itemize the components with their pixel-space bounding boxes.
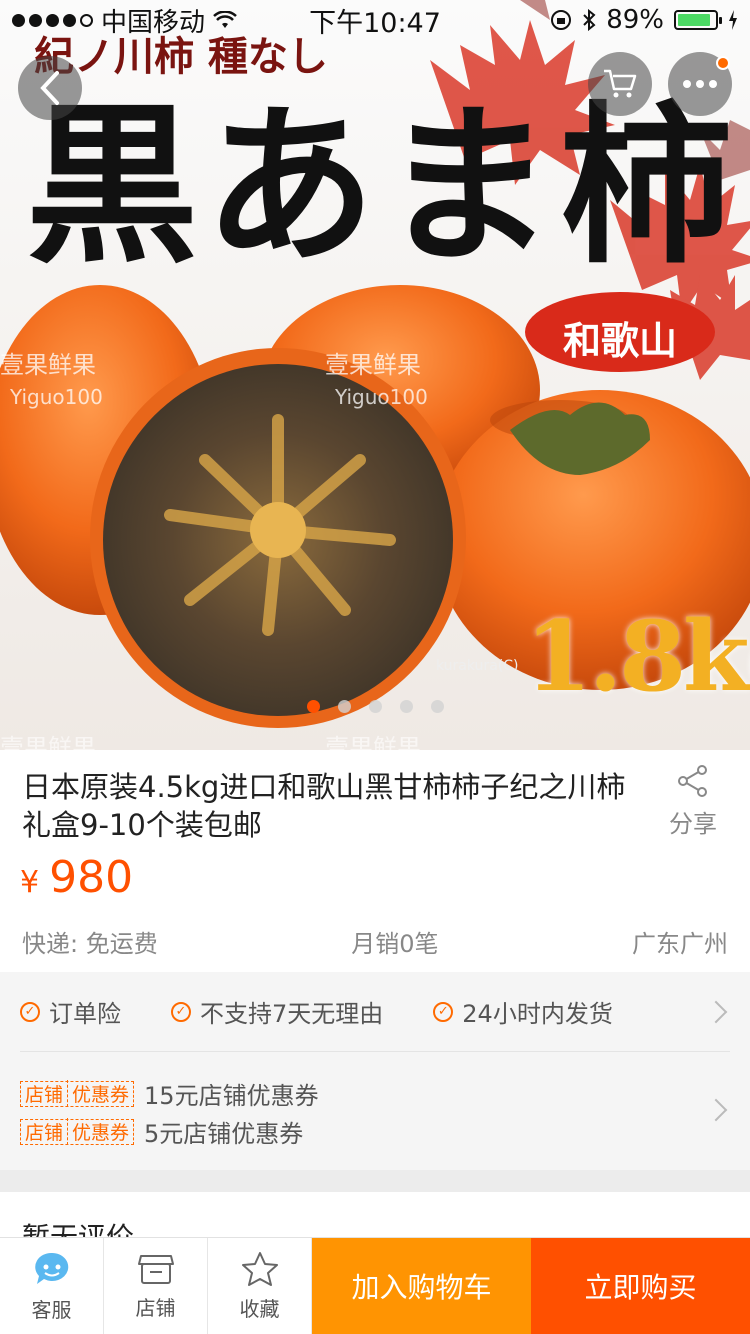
pager-dot[interactable] (430, 700, 444, 713)
pager-dot[interactable] (368, 700, 382, 713)
share-label: 分享 (669, 810, 717, 838)
signal-strength-icon (12, 13, 93, 27)
check-circle-icon: ✓ (433, 1001, 454, 1022)
product-meta: 快递: 免运费 月销0笔 广东广州 (22, 924, 728, 959)
pager-dot[interactable] (399, 700, 413, 713)
share-icon (678, 765, 707, 797)
watermark-cn: 壹果鲜果 (325, 734, 421, 750)
services-section: ✓ 订单险 ✓ 不支持7天无理由 ✓ 24小时内发货 店铺 优惠券 15元店铺优… (0, 972, 750, 1170)
coupon-item: 店铺 优惠券 5元店铺优惠券 (20, 1114, 303, 1149)
service-item: ✓ 不支持7天无理由 (171, 994, 383, 1029)
coupon-label: 15元店铺优惠券 (144, 1082, 319, 1110)
weight-label: 1.8kg (525, 600, 750, 713)
bottom-action-bar: 客服 店铺 收藏 加入购物车 立即购买 (0, 1237, 750, 1334)
coupon-item: 店铺 优惠券 15元店铺优惠券 (20, 1076, 319, 1111)
customer-service-label: 客服 (31, 1297, 72, 1322)
ship-location: 广东广州 (632, 930, 728, 958)
shop-button[interactable]: 店铺 (104, 1238, 208, 1334)
more-button[interactable] (668, 52, 732, 116)
photo-credit: kurakura(C) (436, 658, 519, 674)
coupons-row[interactable]: 店铺 优惠券 15元店铺优惠券 店铺 优惠券 5元店铺优惠券 (20, 1052, 730, 1170)
battery-icon (674, 10, 722, 30)
coupon-tag-coupon: 优惠券 (67, 1118, 133, 1145)
product-info: 日本原装4.5kg进口和歌山黑甘柿柿子纪之川柿礼盒9-10个装包邮 分享 ¥ 9… (0, 750, 750, 972)
shop-label: 店铺 (135, 1295, 176, 1320)
coupon-tag-shop: 店铺 (25, 1084, 64, 1106)
coupon-tag-shop: 店铺 (25, 1122, 64, 1144)
cart-icon (604, 69, 637, 98)
cart-button[interactable] (588, 52, 652, 116)
region-badge: 和歌山 (562, 318, 677, 363)
favorite-label: 收藏 (239, 1296, 280, 1321)
pager-dot[interactable] (337, 700, 351, 713)
service-label: 订单险 (49, 1000, 121, 1028)
service-label: 不支持7天无理由 (200, 1000, 384, 1028)
check-circle-icon: ✓ (171, 1001, 191, 1022)
carousel-pager[interactable] (0, 700, 750, 713)
rotation-lock-icon (551, 10, 572, 30)
coupon-label: 5元店铺优惠券 (144, 1120, 304, 1148)
watermark-cn: 壹果鲜果 (0, 351, 96, 379)
wifi-icon (213, 11, 237, 28)
more-dots-icon (683, 80, 717, 88)
shipping-info: 快递: 免运费 (22, 930, 158, 958)
currency-symbol: ¥ (20, 865, 40, 900)
product-image-carousel[interactable]: 紀ノ川柿 種なし 黒あま柿 和歌山 壹果鲜果 Yiguo100 壹果鲜果 Yig… (0, 0, 750, 750)
customer-service-icon (34, 1252, 68, 1284)
add-to-cart-button[interactable]: 加入购物车 (312, 1238, 531, 1334)
coupon-tag-coupon: 优惠券 (67, 1080, 133, 1107)
back-button[interactable] (18, 56, 82, 120)
price: ¥ 980 (20, 852, 133, 903)
pager-dot[interactable] (306, 700, 320, 713)
chevron-right-icon (704, 1000, 728, 1024)
service-label: 24小时内发货 (462, 1000, 613, 1028)
product-title: 日本原装4.5kg进口和歌山黑甘柿柿子纪之川柿礼盒9-10个装包邮 (22, 770, 626, 842)
shop-icon (137, 1254, 174, 1284)
buy-now-button[interactable]: 立即购买 (531, 1238, 750, 1334)
watermark-cn: 壹果鲜果 (0, 734, 96, 750)
watermark-cn: 壹果鲜果 (325, 351, 421, 379)
star-icon (241, 1251, 278, 1286)
coupon-tag: 店铺 优惠券 (20, 1080, 135, 1107)
watermark-en: Yiguo100 (335, 385, 428, 409)
battery-percent: 89% (606, 5, 664, 35)
customer-service-button[interactable]: 客服 (0, 1238, 104, 1334)
chevron-left-icon (40, 71, 59, 105)
favorite-button[interactable]: 收藏 (208, 1238, 312, 1334)
notification-dot (716, 56, 730, 70)
service-item: ✓ 24小时内发货 (433, 994, 613, 1029)
price-value: 980 (49, 852, 134, 903)
status-bar: 中国移动 下午10:47 89% (0, 0, 750, 40)
bluetooth-icon (583, 9, 596, 31)
monthly-sales: 月销0笔 (351, 930, 439, 958)
chevron-right-icon (704, 1098, 728, 1122)
service-guarantees-row[interactable]: ✓ 订单险 ✓ 不支持7天无理由 ✓ 24小时内发货 (20, 972, 730, 1052)
section-divider (0, 1170, 750, 1192)
service-item: ✓ 订单险 (20, 994, 121, 1029)
charging-icon (729, 10, 737, 30)
share-button[interactable]: 分享 (660, 764, 726, 839)
check-circle-icon: ✓ (20, 1001, 40, 1022)
carrier-name: 中国移动 (101, 7, 206, 38)
watermark-en: Yiguo100 (10, 385, 103, 409)
hero-main-title: 黒あま柿 (26, 84, 738, 287)
coupon-tag: 店铺 优惠券 (20, 1118, 135, 1145)
